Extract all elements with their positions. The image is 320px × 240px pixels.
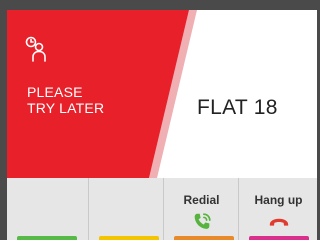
- redial-button[interactable]: Redial: [163, 178, 239, 240]
- clock-person-icon: [25, 36, 46, 62]
- hang-up-button[interactable]: Hang up: [238, 178, 317, 240]
- call-status-area: PLEASE TRY LATER FLAT 18: [7, 10, 317, 178]
- action-strip-1: [17, 236, 77, 240]
- intercom-device: PLEASE TRY LATER FLAT 18 Redial Hang up: [0, 0, 317, 240]
- intercom-screen: PLEASE TRY LATER FLAT 18 Redial Hang up: [7, 10, 317, 240]
- phone-hangup-icon: [269, 218, 288, 226]
- action-strip-2: [99, 236, 159, 240]
- flat-label: FLAT 18: [197, 96, 278, 119]
- action-button-1[interactable]: [7, 178, 88, 240]
- redial-strip: [174, 236, 234, 240]
- hang-up-strip: [249, 236, 309, 240]
- redial-label: Redial: [183, 193, 220, 207]
- action-button-2[interactable]: [88, 178, 164, 240]
- hang-up-label: Hang up: [254, 193, 303, 207]
- status-message: PLEASE TRY LATER: [27, 84, 104, 116]
- phone-redial-icon: [194, 213, 211, 229]
- status-line-1: PLEASE: [27, 84, 83, 100]
- action-bar: Redial Hang up: [7, 178, 317, 240]
- status-line-2: TRY LATER: [27, 100, 105, 116]
